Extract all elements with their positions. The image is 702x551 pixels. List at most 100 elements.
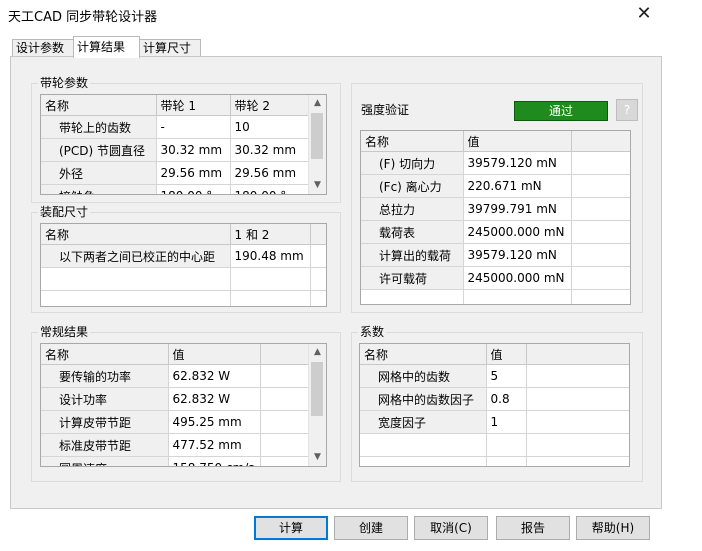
row-label: 总拉力 [361, 197, 464, 221]
row-label: 网格中的齿数 [360, 364, 487, 388]
report-button[interactable]: 报告 [496, 516, 570, 540]
empty-cell [260, 410, 310, 434]
window-title: 天工CAD 同步带轮设计器 [8, 10, 158, 25]
scroll-up-icon[interactable]: ▲ [309, 344, 326, 361]
pulley-params-grid[interactable]: 名称 带轮 1 带轮 2 带轮上的齿数 - 10 (PCD) 节圆直径 30.3… [40, 94, 327, 195]
empty-cell [571, 243, 630, 267]
table-row: (PCD) 节圆直径 30.32 mm 30.32 mm [41, 138, 310, 162]
strength-grid[interactable]: 名称 值 (F) 切向力 39579.120 mN (Fc) 离心力 220.6… [360, 130, 631, 305]
table-row: 计算出的载荷 39579.120 mN [361, 243, 630, 267]
cell-value[interactable]: 0.8 [486, 387, 527, 411]
tab-calc-results[interactable]: 计算结果 [73, 36, 140, 58]
column-header-spacer [310, 224, 326, 245]
row-label: 标准皮带节距 [41, 433, 169, 457]
scroll-thumb[interactable] [311, 362, 323, 416]
table-row: 设计功率 62.832 W [41, 387, 310, 411]
scroll-down-icon[interactable]: ▼ [309, 177, 326, 194]
empty-row [360, 456, 629, 466]
strength-title: 强度验证 [361, 103, 410, 117]
column-header-spacer [526, 344, 629, 365]
cell-value[interactable]: 62.832 W [168, 387, 261, 411]
column-header[interactable]: 带轮 1 [156, 95, 231, 116]
scroll-up-icon[interactable]: ▲ [309, 95, 326, 112]
cell-value[interactable]: 39799.791 mN [463, 197, 572, 221]
empty-cell [260, 387, 310, 411]
row-label: 接触角 [41, 184, 157, 194]
table-row: 网格中的齿数 5 [360, 364, 629, 388]
cell-value[interactable]: 158.750 cm/s [168, 456, 261, 466]
cell-value[interactable]: 30.32 mm [230, 138, 310, 162]
empty-row [41, 267, 326, 291]
row-label: 外径 [41, 161, 157, 185]
column-header-spacer [260, 344, 310, 365]
scroll-down-icon[interactable]: ▼ [309, 449, 326, 466]
column-header[interactable]: 名称 [361, 131, 464, 152]
table-row: 带轮上的齿数 - 10 [41, 115, 310, 139]
cell-value[interactable]: 477.52 mm [168, 433, 261, 457]
assembly-grid[interactable]: 名称 1 和 2 以下两者之间已校正的中心距 190.48 mm [40, 223, 327, 307]
empty-row [361, 289, 630, 304]
cancel-button[interactable]: 取消(C) [414, 516, 488, 540]
column-header[interactable]: 名称 [41, 95, 157, 116]
vertical-scrollbar[interactable]: ▲ ▼ [308, 95, 326, 194]
cell-value[interactable]: 29.56 mm [230, 161, 310, 185]
help-button[interactable]: 帮助(H) [576, 516, 650, 540]
empty-cell [571, 151, 630, 175]
cell-value[interactable]: 245000.000 mN [463, 220, 572, 244]
empty-cell [310, 244, 326, 268]
empty-cell [260, 364, 310, 388]
empty-cell [571, 266, 630, 290]
column-header[interactable]: 值 [463, 131, 572, 152]
cell-value[interactable]: 245000.000 mN [463, 266, 572, 290]
factors-group: 系数 名称 值 网格中的齿数 5 网格中的齿数因子 0.8 宽度因子 1 [351, 324, 643, 482]
factors-grid[interactable]: 名称 值 网格中的齿数 5 网格中的齿数因子 0.8 宽度因子 1 [359, 343, 630, 467]
table-row: 标准皮带节距 477.52 mm [41, 433, 310, 457]
table-row: (Fc) 离心力 220.671 mN [361, 174, 630, 198]
cell-value[interactable]: 220.671 mN [463, 174, 572, 198]
create-button[interactable]: 创建 [334, 516, 408, 540]
cell-value[interactable]: 1 [486, 410, 527, 434]
calculate-button[interactable]: 计算 [254, 516, 328, 540]
scroll-thumb[interactable] [311, 113, 323, 159]
empty-cell [571, 220, 630, 244]
column-header[interactable]: 值 [486, 344, 527, 365]
general-results-grid[interactable]: 名称 值 要传输的功率 62.832 W 设计功率 62.832 W 计算皮带节… [40, 343, 327, 467]
empty-cell [526, 364, 629, 388]
row-label: 圆周速度 [41, 456, 169, 466]
column-header[interactable]: 名称 [41, 224, 231, 245]
column-header[interactable]: 带轮 2 [230, 95, 310, 116]
cell-value[interactable]: 495.25 mm [168, 410, 261, 434]
cell-value[interactable]: 29.56 mm [156, 161, 231, 185]
cell-value[interactable]: 180.00 ° [156, 184, 231, 194]
table-row: 圆周速度 158.750 cm/s [41, 456, 310, 466]
column-header[interactable]: 值 [168, 344, 261, 365]
general-results-group: 常规结果 名称 值 要传输的功率 62.832 W 设计功率 62.832 W [31, 324, 341, 482]
general-results-title: 常规结果 [38, 324, 91, 340]
vertical-scrollbar[interactable]: ▲ ▼ [308, 344, 326, 466]
row-label: 要传输的功率 [41, 364, 169, 388]
help-icon[interactable]: ? [616, 99, 638, 121]
cell-value[interactable]: 39579.120 mN [463, 243, 572, 267]
cell-value[interactable]: 5 [486, 364, 527, 388]
cell-value[interactable]: 190.48 mm [230, 244, 311, 268]
tab-bar: 设计参数 计算结果 计算尺寸 [10, 36, 662, 58]
cell-value[interactable]: 180.00 ° [230, 184, 310, 194]
cell-value[interactable]: - [156, 115, 231, 139]
row-label: 许可载荷 [361, 266, 464, 290]
cell-value[interactable]: 39579.120 mN [463, 151, 572, 175]
pulley-params-title: 带轮参数 [38, 75, 91, 91]
column-header[interactable]: 名称 [41, 344, 169, 365]
table-row: 网格中的齿数因子 0.8 [360, 387, 629, 411]
close-icon[interactable]: ✕ [630, 2, 658, 26]
table-row: 计算皮带节距 495.25 mm [41, 410, 310, 434]
assembly-title: 装配尺寸 [38, 204, 91, 220]
column-header[interactable]: 1 和 2 [230, 224, 311, 245]
row-label: 设计功率 [41, 387, 169, 411]
empty-cell [571, 197, 630, 221]
empty-row [41, 290, 326, 306]
cell-value[interactable]: 62.832 W [168, 364, 261, 388]
column-header[interactable]: 名称 [360, 344, 487, 365]
pulley-params-group: 带轮参数 名称 带轮 1 带轮 2 带轮上的齿数 - 10 (PCD) 节圆直径… [31, 75, 341, 203]
cell-value[interactable]: 30.32 mm [156, 138, 231, 162]
cell-value[interactable]: 10 [230, 115, 310, 139]
